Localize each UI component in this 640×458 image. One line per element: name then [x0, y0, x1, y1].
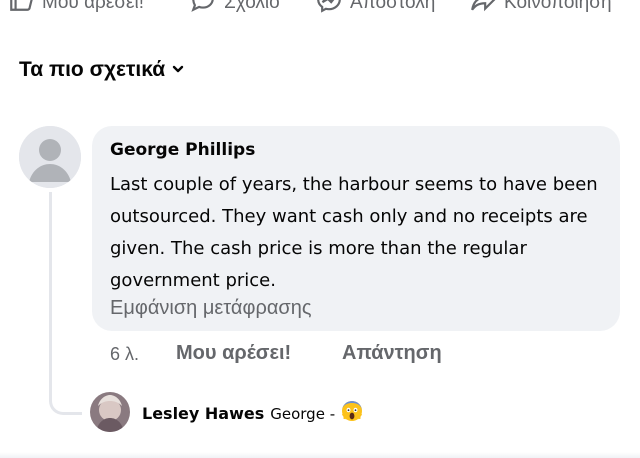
chevron-down-icon	[171, 58, 185, 82]
sort-label: Τα πιο σχετικά	[19, 58, 166, 81]
thumbs-up-icon	[8, 0, 34, 19]
comment-author[interactable]: George Phillips	[110, 140, 255, 160]
comment-bubble: George Phillips Last couple of years, th…	[92, 126, 620, 331]
comment-timestamp[interactable]: 6 λ.	[110, 344, 139, 365]
reply-author[interactable]: Lesley Hawes	[142, 404, 264, 423]
comment-like-button[interactable]: Μου αρέσει!	[176, 342, 291, 365]
reply-avatar[interactable]	[90, 392, 130, 432]
like-action-label: Μου αρέσει!	[42, 0, 145, 13]
comment-action-label: Σχόλιο	[224, 0, 280, 13]
default-user-icon	[19, 126, 81, 188]
comment-action[interactable]: Σχόλιο	[190, 0, 280, 19]
post-action-bar: Μου αρέσει! Σχόλιο Αποστολή Κοινοποίηση	[0, 0, 640, 15]
comment-sort-dropdown[interactable]: Τα πιο σχετικά	[19, 58, 185, 82]
bottom-divider	[0, 452, 640, 458]
screaming-face-emoji-icon	[341, 400, 363, 427]
share-action-label: Κοινοποίηση	[504, 0, 612, 13]
avatar[interactable]	[19, 126, 81, 188]
send-action[interactable]: Αποστολή	[316, 0, 435, 19]
like-action[interactable]: Μου αρέσει!	[8, 0, 144, 19]
send-action-label: Αποστολή	[350, 0, 436, 13]
reply-comment: Lesley Hawes George -	[142, 400, 363, 427]
profile-photo	[90, 392, 130, 432]
comment-text: Last couple of years, the harbour seems …	[110, 174, 598, 291]
share-arrow-icon	[470, 0, 496, 19]
share-action[interactable]: Κοινοποίηση	[470, 0, 612, 19]
see-translation-link[interactable]: Εμφάνιση μετάφρασης	[110, 297, 312, 320]
reply-text: George -	[270, 404, 336, 423]
comment-reply-button[interactable]: Απάντηση	[342, 342, 442, 365]
speech-bubble-icon	[190, 0, 216, 19]
messenger-icon	[316, 0, 342, 19]
thread-connector-line	[49, 192, 82, 415]
